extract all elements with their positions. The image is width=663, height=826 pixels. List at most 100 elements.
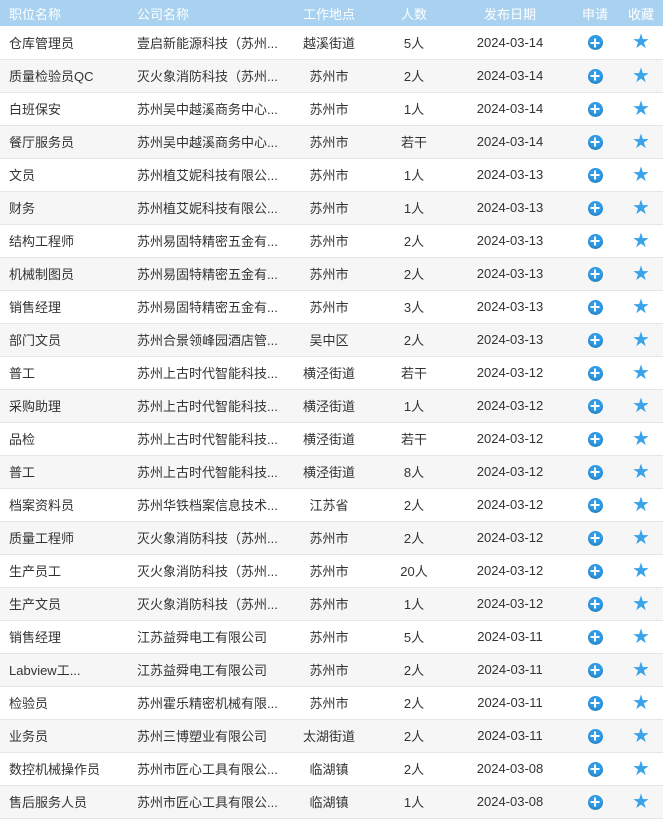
job-title-cell[interactable]: 品检 [0, 422, 133, 455]
company-link[interactable]: 苏州植艾妮科技有限公... [137, 165, 279, 184]
company-link[interactable]: 灭火象消防科技（苏州... [137, 528, 279, 547]
job-title-link[interactable]: 结构工程师 [9, 231, 133, 250]
favorite-cell[interactable]: ★ [619, 59, 663, 92]
plus-circle-icon[interactable] [587, 563, 603, 579]
company-link[interactable]: 灭火象消防科技（苏州... [137, 66, 279, 85]
favorite-cell[interactable]: ★ [619, 653, 663, 686]
star-icon[interactable]: ★ [632, 132, 650, 152]
company-link[interactable]: 苏州霍乐精密机械有限... [137, 693, 279, 712]
apply-cell[interactable] [571, 356, 619, 389]
job-title-link[interactable]: 质量检验员QC [9, 66, 133, 85]
plus-circle-icon[interactable] [587, 233, 603, 249]
plus-circle-icon[interactable] [587, 332, 603, 348]
apply-cell[interactable] [571, 158, 619, 191]
apply-cell[interactable] [571, 92, 619, 125]
company-link[interactable]: 苏州易固特精密五金有... [137, 264, 279, 283]
favorite-cell[interactable]: ★ [619, 620, 663, 653]
plus-circle-icon[interactable] [587, 68, 603, 84]
favorite-cell[interactable]: ★ [619, 290, 663, 323]
star-icon[interactable]: ★ [632, 396, 650, 416]
favorite-cell[interactable]: ★ [619, 257, 663, 290]
job-title-link[interactable]: 餐厅服务员 [9, 132, 133, 151]
star-icon[interactable]: ★ [632, 627, 650, 647]
company-cell[interactable]: 苏州植艾妮科技有限公... [133, 191, 279, 224]
company-cell[interactable]: 江苏益舜电工有限公司 [133, 653, 279, 686]
star-icon[interactable]: ★ [632, 363, 650, 383]
job-title-link[interactable]: 档案资料员 [9, 495, 133, 514]
star-icon[interactable]: ★ [632, 66, 650, 86]
favorite-cell[interactable]: ★ [619, 26, 663, 59]
star-icon[interactable]: ★ [632, 495, 650, 515]
company-link[interactable]: 灭火象消防科技（苏州... [137, 594, 279, 613]
plus-circle-icon[interactable] [587, 761, 603, 777]
job-title-link[interactable]: 业务员 [9, 726, 133, 745]
job-title-cell[interactable]: 生产员工 [0, 554, 133, 587]
favorite-cell[interactable]: ★ [619, 488, 663, 521]
plus-circle-icon[interactable] [587, 200, 603, 216]
company-link[interactable]: 苏州合景领峰园酒店管... [137, 330, 279, 349]
job-title-link[interactable]: 生产员工 [9, 561, 133, 580]
star-icon[interactable]: ★ [632, 561, 650, 581]
job-title-cell[interactable]: 普工 [0, 455, 133, 488]
favorite-cell[interactable]: ★ [619, 356, 663, 389]
job-title-link[interactable]: 仓库管理员 [9, 33, 133, 52]
company-cell[interactable]: 苏州易固特精密五金有... [133, 290, 279, 323]
favorite-cell[interactable]: ★ [619, 422, 663, 455]
company-link[interactable]: 苏州上古时代智能科技... [137, 396, 279, 415]
job-title-link[interactable]: 文员 [9, 165, 133, 184]
plus-circle-icon[interactable] [587, 497, 603, 513]
company-link[interactable]: 苏州华铁档案信息技术... [137, 495, 279, 514]
apply-cell[interactable] [571, 455, 619, 488]
plus-circle-icon[interactable] [587, 365, 603, 381]
star-icon[interactable]: ★ [632, 165, 650, 185]
apply-cell[interactable] [571, 488, 619, 521]
favorite-cell[interactable]: ★ [619, 224, 663, 257]
company-cell[interactable]: 苏州市匠心工具有限公... [133, 785, 279, 818]
favorite-cell[interactable]: ★ [619, 158, 663, 191]
company-cell[interactable]: 苏州易固特精密五金有... [133, 257, 279, 290]
job-title-cell[interactable]: 质量工程师 [0, 521, 133, 554]
favorite-cell[interactable]: ★ [619, 389, 663, 422]
company-cell[interactable]: 苏州吴中越溪商务中心... [133, 125, 279, 158]
job-title-cell[interactable]: 结构工程师 [0, 224, 133, 257]
job-title-cell[interactable]: 机械制图员 [0, 257, 133, 290]
plus-circle-icon[interactable] [587, 464, 603, 480]
company-cell[interactable]: 江苏益舜电工有限公司 [133, 620, 279, 653]
star-icon[interactable]: ★ [632, 726, 650, 746]
favorite-cell[interactable]: ★ [619, 752, 663, 785]
job-title-cell[interactable]: 部门文员 [0, 323, 133, 356]
company-cell[interactable]: 灭火象消防科技（苏州... [133, 554, 279, 587]
company-link[interactable]: 苏州易固特精密五金有... [137, 231, 279, 250]
plus-circle-icon[interactable] [587, 728, 603, 744]
star-icon[interactable]: ★ [632, 693, 650, 713]
company-cell[interactable]: 苏州霍乐精密机械有限... [133, 686, 279, 719]
company-link[interactable]: 壹启新能源科技（苏州... [137, 33, 279, 52]
company-link[interactable]: 苏州三博塑业有限公司 [137, 726, 279, 745]
job-title-link[interactable]: 普工 [9, 462, 133, 481]
star-icon[interactable]: ★ [632, 198, 650, 218]
apply-cell[interactable] [571, 785, 619, 818]
company-link[interactable]: 苏州上古时代智能科技... [137, 363, 279, 382]
job-title-link[interactable]: 数控机械操作员 [9, 759, 133, 778]
job-title-cell[interactable]: 白班保安 [0, 92, 133, 125]
apply-cell[interactable] [571, 389, 619, 422]
apply-cell[interactable] [571, 290, 619, 323]
company-cell[interactable]: 苏州上古时代智能科技... [133, 389, 279, 422]
star-icon[interactable]: ★ [632, 32, 650, 52]
job-title-link[interactable]: 采购助理 [9, 396, 133, 415]
job-title-cell[interactable]: 采购助理 [0, 389, 133, 422]
apply-cell[interactable] [571, 26, 619, 59]
star-icon[interactable]: ★ [632, 462, 650, 482]
apply-cell[interactable] [571, 191, 619, 224]
job-title-cell[interactable]: 普工 [0, 356, 133, 389]
star-icon[interactable]: ★ [632, 99, 650, 119]
star-icon[interactable]: ★ [632, 792, 650, 812]
job-title-link[interactable]: 检验员 [9, 693, 133, 712]
job-title-link[interactable]: 机械制图员 [9, 264, 133, 283]
favorite-cell[interactable]: ★ [619, 191, 663, 224]
company-link[interactable]: 江苏益舜电工有限公司 [137, 627, 279, 646]
favorite-cell[interactable]: ★ [619, 686, 663, 719]
star-icon[interactable]: ★ [632, 528, 650, 548]
apply-cell[interactable] [571, 422, 619, 455]
job-title-cell[interactable]: 餐厅服务员 [0, 125, 133, 158]
